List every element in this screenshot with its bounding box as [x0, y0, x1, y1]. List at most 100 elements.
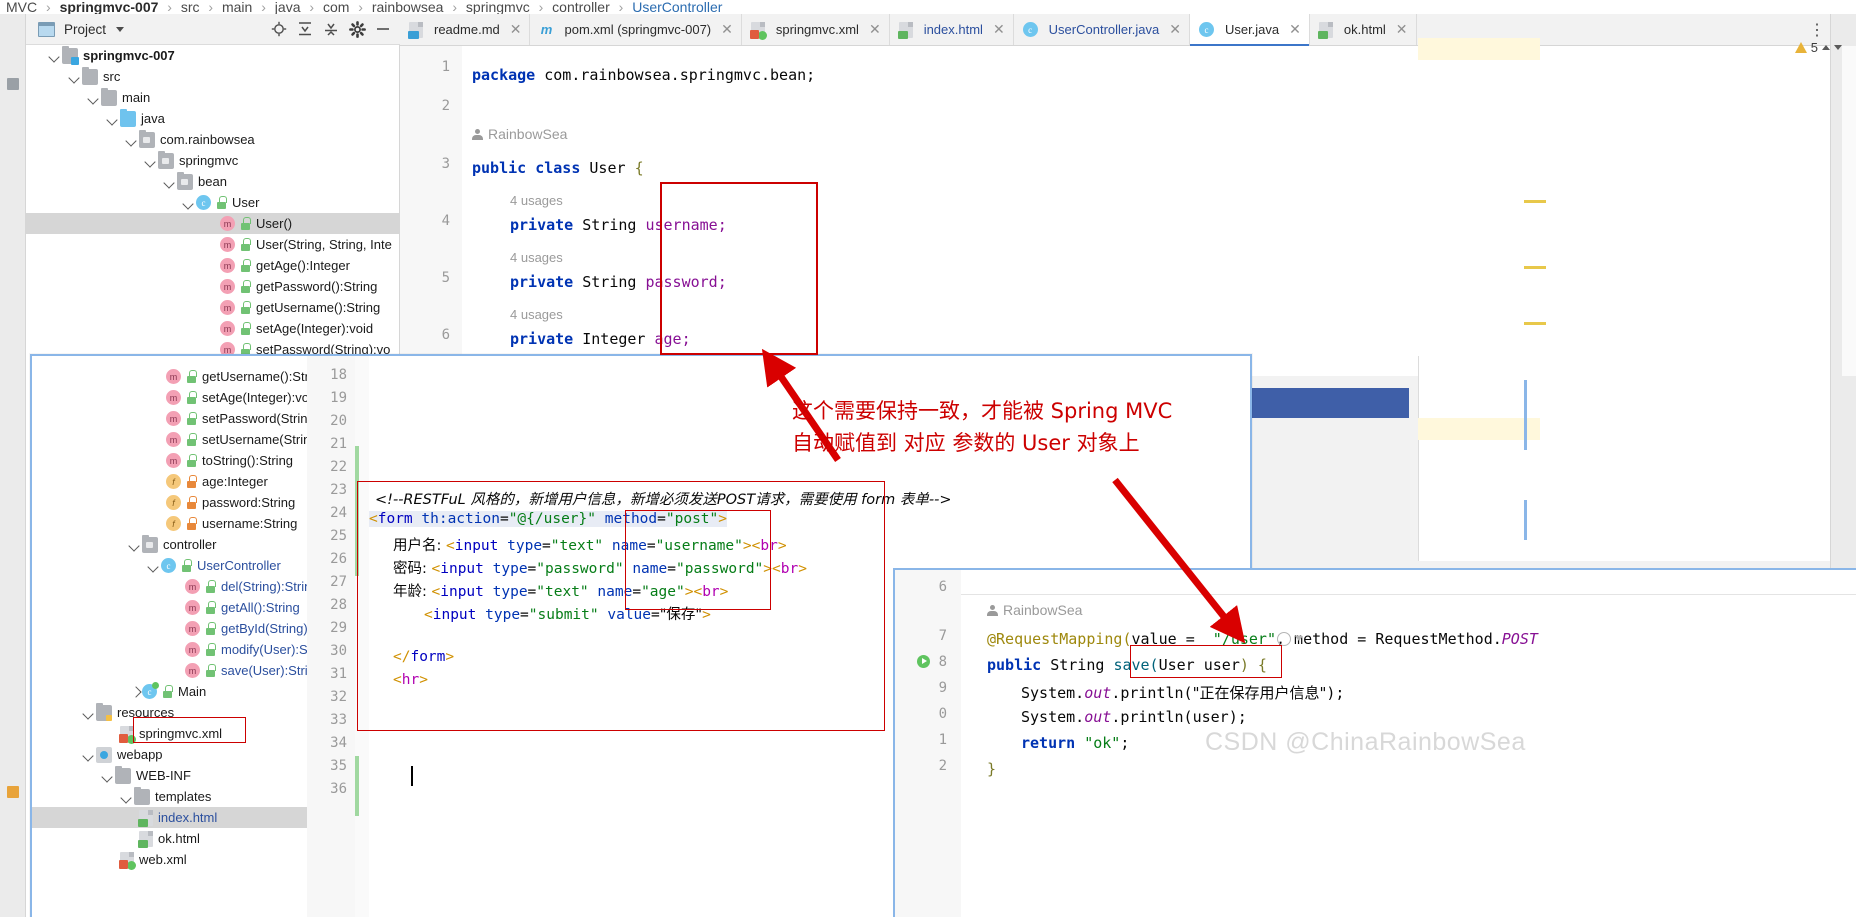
tree-node-main-class[interactable]: c Main: [32, 681, 307, 702]
tab-readme-md[interactable]: readme.md ✕: [400, 14, 531, 45]
tab-usercontroller-java[interactable]: c UserController.java ✕: [1013, 14, 1190, 45]
tree-node-index-html[interactable]: index.html: [32, 807, 307, 828]
close-icon[interactable]: ✕: [993, 21, 1005, 38]
collapse-all-icon[interactable]: [320, 18, 342, 40]
chevron-down-icon[interactable]: [82, 706, 95, 719]
chevron-down-icon[interactable]: [144, 154, 157, 167]
chevron-down-icon[interactable]: [48, 49, 61, 62]
tree-node-webapp[interactable]: webapp: [32, 744, 307, 765]
project-tree[interactable]: springmvc-007 src main java com.rainbows…: [26, 45, 400, 360]
chevron-down-icon[interactable]: [125, 133, 138, 146]
bookmarks-tool-icon[interactable]: [7, 786, 19, 798]
tree-node-setpassword[interactable]: m setPassword(String):vo: [32, 408, 336, 429]
tab-index-html[interactable]: index.html ✕: [889, 14, 1014, 45]
breadcrumb-item-6[interactable]: rainbowsea: [372, 0, 444, 15]
tree-node-setage[interactable]: m setAge(Integer):void: [26, 318, 400, 339]
tab-pom-xml[interactable]: m pom.xml (springmvc-007) ✕: [530, 14, 742, 45]
tree-node-setage[interactable]: m setAge(Integer):void: [32, 387, 319, 408]
tree-node-src[interactable]: src: [26, 66, 400, 87]
tree-node-web-xml[interactable]: web.xml: [32, 849, 307, 870]
tree-node-getusername[interactable]: m getUsername():String: [32, 366, 326, 387]
vcs-change-bar[interactable]: [355, 756, 359, 816]
tree-node-setusername[interactable]: m setUsername(String):vo: [32, 429, 339, 450]
breadcrumb-item-5[interactable]: com: [323, 0, 349, 15]
close-icon[interactable]: ✕: [1169, 21, 1181, 38]
gear-icon[interactable]: [346, 18, 368, 40]
tree-node-springmvc[interactable]: springmvc: [26, 150, 400, 171]
tree-node-user-ctor-args[interactable]: m User(String, String, Inte: [26, 234, 400, 255]
tree-node-springmvc-007[interactable]: springmvc-007: [26, 45, 400, 66]
chevron-down-icon[interactable]: [128, 538, 141, 551]
chevron-down-icon[interactable]: [120, 790, 133, 803]
tree-node-tostring[interactable]: m toString():String: [32, 450, 307, 471]
ctrl-editor-gutter[interactable]: 6 7 8 9 0 1 2: [895, 570, 961, 917]
tree-node-user-ctor[interactable]: m User(): [26, 213, 400, 234]
tree-node-web-inf[interactable]: WEB-INF: [32, 765, 307, 786]
usages-hint-password[interactable]: 4 usages: [510, 250, 563, 265]
chevron-down-icon[interactable]: [82, 748, 95, 761]
close-icon[interactable]: ✕: [510, 21, 522, 38]
tree-node-resources[interactable]: resources: [32, 702, 307, 723]
chevron-down-icon[interactable]: [1834, 45, 1842, 50]
breadcrumb-item-1[interactable]: springmvc-007: [60, 0, 159, 15]
breadcrumb-item-2[interactable]: src: [181, 0, 200, 15]
vcs-change-bar[interactable]: [355, 446, 359, 576]
inlay-hint-icon[interactable]: [1277, 632, 1291, 646]
tab-ok-html[interactable]: ok.html ✕: [1309, 14, 1417, 45]
chevron-down-icon[interactable]: [87, 91, 100, 104]
inspection-widget[interactable]: 5: [1794, 40, 1842, 55]
close-icon[interactable]: ✕: [1396, 21, 1408, 38]
chevron-down-icon[interactable]: [1295, 636, 1303, 641]
chevron-down-icon[interactable]: [116, 26, 125, 32]
editor-gutter[interactable]: 1 2 3 4 5 6 7: [400, 46, 462, 380]
tree-node-bean[interactable]: bean: [26, 171, 400, 192]
breadcrumb-item-3[interactable]: main: [222, 0, 252, 15]
tree-node-templates[interactable]: templates: [32, 786, 307, 807]
breadcrumb-item-9[interactable]: UserController: [632, 0, 722, 15]
tree-node-springmvc-xml[interactable]: springmvc.xml: [32, 723, 307, 744]
tree-node-getbyid[interactable]: m getById(String):String: [32, 618, 345, 639]
chevron-down-icon[interactable]: [147, 559, 160, 572]
tree-node-controller[interactable]: controller: [32, 534, 307, 555]
locate-icon[interactable]: [268, 18, 290, 40]
breadcrumb-item-0[interactable]: MVC: [6, 0, 37, 15]
close-icon[interactable]: ✕: [721, 21, 733, 38]
editor-code-area[interactable]: package com.rainbowsea.springmvc.bean; R…: [462, 46, 1830, 376]
breadcrumb-item-4[interactable]: java: [275, 0, 301, 15]
tree-node-del[interactable]: m del(String):String: [32, 576, 319, 597]
tree-node-save[interactable]: m save(User):String: [32, 660, 322, 681]
tree-node-modify[interactable]: m modify(User):String: [32, 639, 333, 660]
chevron-down-icon[interactable]: [68, 70, 81, 83]
project-tree-front[interactable]: m getUsername():String m setAge(Integer)…: [32, 356, 345, 917]
usages-hint-age[interactable]: 4 usages: [510, 307, 563, 322]
tree-node-ok-html[interactable]: ok.html: [32, 828, 307, 849]
tree-node-java[interactable]: java: [26, 108, 400, 129]
tree-node-getpassword[interactable]: m getPassword():String: [26, 276, 400, 297]
html-editor-gutter[interactable]: 18 19 20 21 22 23 24 25 26 27 28 29 30 3…: [307, 356, 355, 917]
breadcrumb-item-7[interactable]: springmvc: [466, 0, 530, 15]
tree-node-usercontroller[interactable]: c UserController: [32, 555, 307, 576]
tree-node-getall[interactable]: m getAll():String: [32, 597, 307, 618]
tree-node-field-username[interactable]: f username:String: [32, 513, 307, 534]
chevron-down-icon[interactable]: [106, 112, 119, 125]
usages-hint-username[interactable]: 4 usages: [510, 193, 563, 208]
tab-user-java[interactable]: c User.java ✕: [1189, 14, 1310, 46]
close-icon[interactable]: ✕: [869, 21, 881, 38]
tree-node-getusername[interactable]: m getUsername():String: [26, 297, 400, 318]
expand-all-icon[interactable]: [294, 18, 316, 40]
editor-user-java[interactable]: 1 2 3 4 5 6 7 package com.rainbowsea.spr…: [400, 46, 1830, 380]
html-editor-fold-strip[interactable]: [355, 356, 369, 917]
tree-node-field-password[interactable]: f password:String: [32, 492, 307, 513]
chevron-down-icon[interactable]: [101, 769, 114, 782]
project-tool-icon[interactable]: [7, 78, 19, 90]
tree-node-user-class[interactable]: c User: [26, 192, 400, 213]
chevron-up-icon[interactable]: [1822, 45, 1830, 50]
minimize-icon[interactable]: [372, 18, 394, 40]
breadcrumb-item-8[interactable]: controller: [552, 0, 610, 15]
editor-marker-stripe[interactable]: [1842, 46, 1856, 376]
tree-node-getage[interactable]: m getAge():Integer: [26, 255, 400, 276]
tab-springmvc-xml[interactable]: springmvc.xml ✕: [741, 14, 890, 45]
tree-node-main[interactable]: main: [26, 87, 400, 108]
tree-node-field-age[interactable]: f age:Integer: [32, 471, 307, 492]
close-icon[interactable]: ✕: [1289, 21, 1301, 38]
